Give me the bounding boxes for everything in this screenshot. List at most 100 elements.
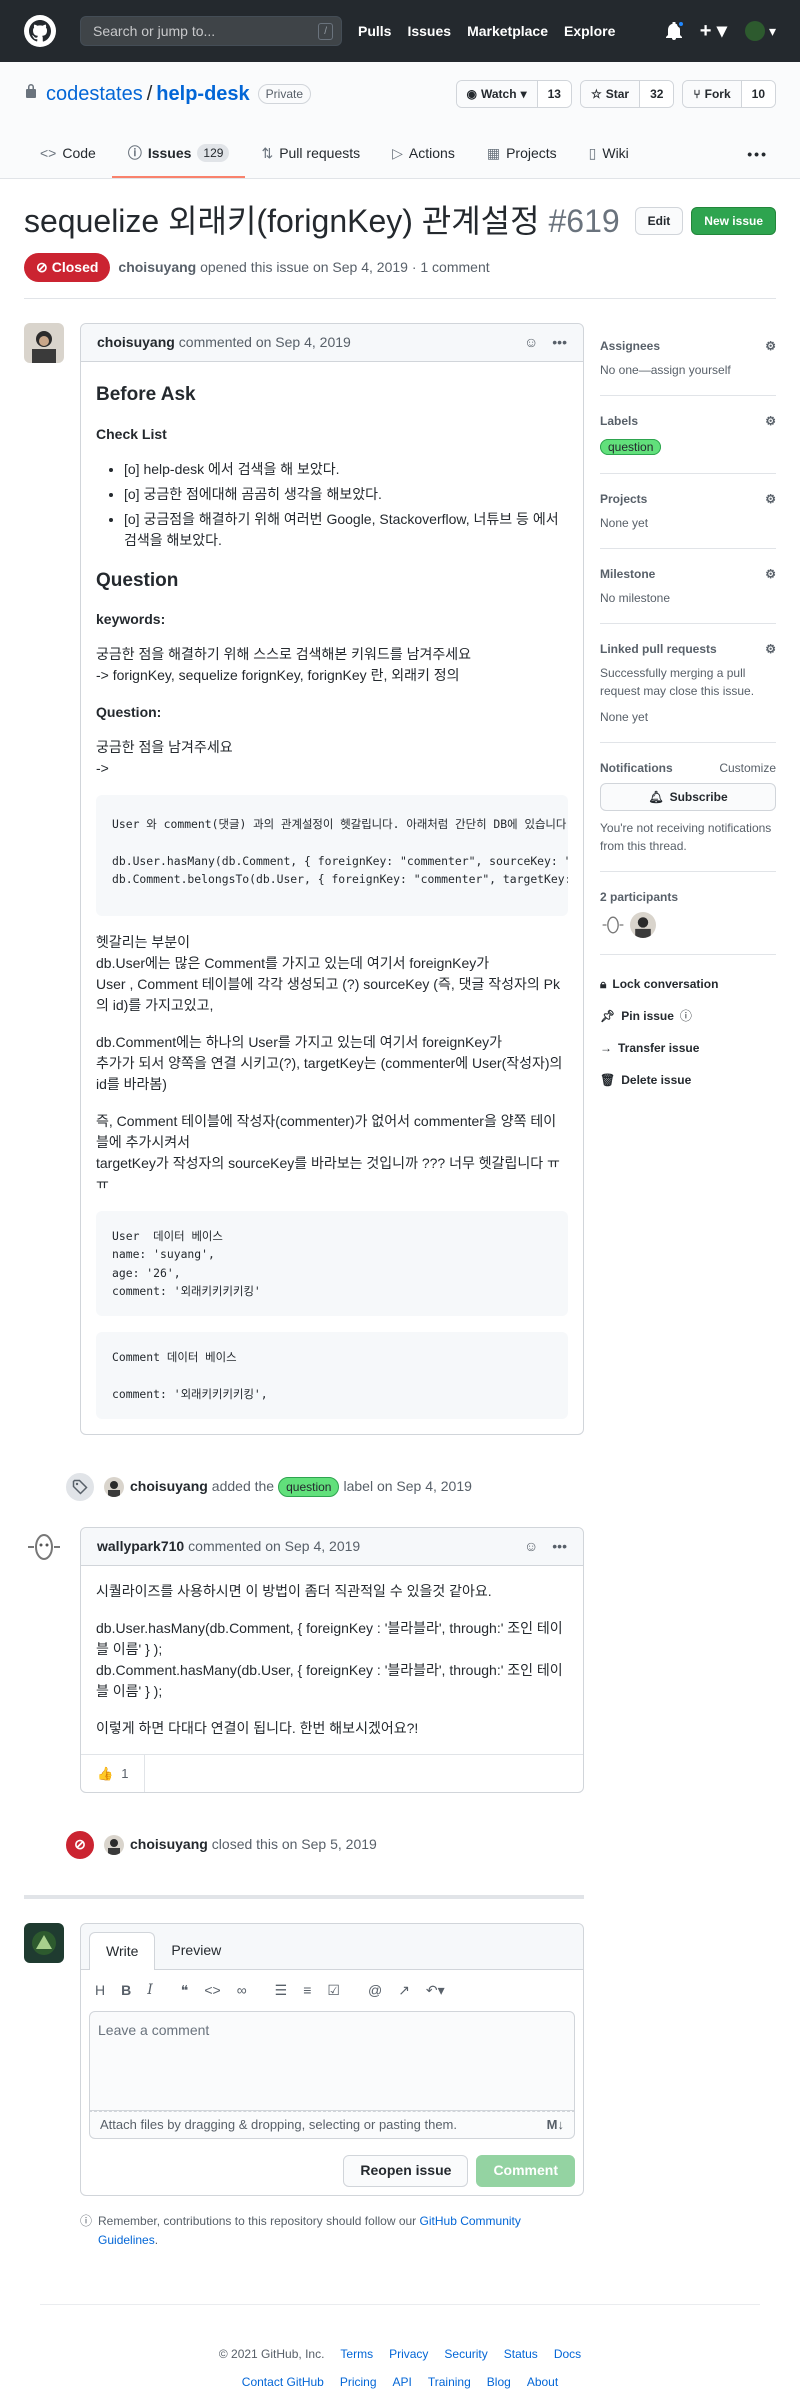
lock-conversation-link[interactable]: 🔒︎ Lock conversation: [600, 975, 776, 993]
sidebar-assignees: Assignees ⚙ No one—assign yourself: [600, 323, 776, 396]
tab-wiki[interactable]: ▯ Wiki: [573, 130, 645, 178]
nav-issues[interactable]: Issues: [407, 21, 451, 42]
label-question[interactable]: question: [278, 1476, 340, 1497]
tab-actions[interactable]: ▷ Actions: [376, 130, 471, 178]
subscribe-button[interactable]: 🔔︎ Subscribe: [600, 783, 776, 811]
event-actor[interactable]: choisuyang: [130, 1834, 208, 1855]
comment-button[interactable]: Comment: [476, 2154, 575, 2187]
gear-icon[interactable]: ⚙: [765, 640, 776, 658]
mention-icon[interactable]: @: [368, 1980, 382, 2001]
list-item: [o] 궁금점을 해결하기 위해 여러번 Google, Stackoverfl…: [124, 509, 568, 551]
notifications-bell-icon[interactable]: [665, 20, 685, 40]
footer-link[interactable]: Privacy: [389, 2345, 428, 2363]
comment-textarea[interactable]: Leave a comment: [89, 2010, 575, 2111]
avatar[interactable]: [24, 323, 64, 363]
gear-icon[interactable]: ⚙: [765, 337, 776, 355]
kebab-horizontal-icon[interactable]: •••: [552, 332, 567, 353]
assignees-value[interactable]: No one—assign yourself: [600, 361, 776, 379]
smiley-icon[interactable]: ☺: [524, 332, 538, 353]
attach-files-area[interactable]: Attach files by dragging & dropping, sel…: [89, 2110, 575, 2139]
new-issue-button[interactable]: New issue: [691, 207, 776, 235]
user-avatar-menu[interactable]: ▾: [744, 21, 776, 42]
search-input[interactable]: Search or jump to... /: [80, 16, 342, 46]
unordered-list-icon[interactable]: ☰: [275, 1980, 288, 2001]
comment-author[interactable]: wallypark710: [97, 1536, 184, 1557]
kebab-horizontal-icon[interactable]: •••: [552, 1536, 567, 1557]
code-block: User 데이터 베이스 name: 'suyang', age: '26', …: [96, 1211, 568, 1316]
reply-icon[interactable]: ↶▾: [426, 1980, 445, 2001]
code-icon[interactable]: <>: [204, 1980, 220, 2001]
nav-explore[interactable]: Explore: [564, 21, 615, 42]
quote-icon[interactable]: ❝: [181, 1980, 189, 2001]
repo-name-link[interactable]: help-desk: [156, 79, 249, 109]
markdown-toolbar: H B I ❝ <> ∞ ☰ ≡ ☑ @ ↗ ↶▾: [81, 1970, 583, 2011]
avatar[interactable]: [104, 1834, 124, 1855]
heading-icon[interactable]: H: [95, 1980, 105, 2001]
milestone-value: No milestone: [600, 591, 671, 605]
transfer-issue-link[interactable]: → Transfer issue: [600, 1039, 776, 1057]
link-icon[interactable]: ∞: [237, 1980, 247, 2001]
label-question[interactable]: question: [600, 439, 662, 455]
task-list-icon[interactable]: ☑: [327, 1980, 340, 2001]
tab-projects[interactable]: ▦ Projects: [471, 130, 573, 178]
reopen-issue-button[interactable]: Reopen issue: [343, 2154, 469, 2187]
footer-link[interactable]: About: [527, 2373, 558, 2391]
gear-icon[interactable]: ⚙: [765, 412, 776, 430]
avatar[interactable]: [24, 1922, 64, 1963]
search-shortcut-key: /: [318, 22, 333, 40]
tab-issues[interactable]: ⓘ Issues 129: [111, 130, 246, 178]
comment-date[interactable]: commented on Sep 4, 2019: [188, 1536, 360, 1557]
create-new-plus-icon[interactable]: + ▾: [700, 16, 727, 46]
smiley-icon[interactable]: ☺: [524, 1536, 538, 1557]
fork-button[interactable]: ⑂ Fork: [683, 81, 741, 107]
watch-button[interactable]: ◉ Watch ▾: [456, 81, 537, 107]
edit-button[interactable]: Edit: [634, 207, 684, 235]
tab-pull-requests[interactable]: ⇅ Pull requests: [245, 130, 376, 178]
watch-count[interactable]: 13: [536, 81, 571, 107]
footer-link[interactable]: Security: [444, 2345, 487, 2363]
gear-icon[interactable]: ⚙: [765, 490, 776, 508]
star-button[interactable]: ☆ Star: [580, 81, 640, 107]
footer-link[interactable]: Pricing: [340, 2373, 377, 2391]
customize-link[interactable]: Customize: [719, 759, 776, 777]
fork-count[interactable]: 10: [740, 81, 775, 107]
tab-preview[interactable]: Preview: [155, 1932, 237, 1969]
gear-icon[interactable]: ⚙: [765, 565, 776, 583]
more-options-icon[interactable]: •••: [739, 130, 776, 178]
tab-code[interactable]: <> Code: [24, 130, 112, 178]
github-logo-icon[interactable]: [24, 15, 56, 47]
ordered-list-icon[interactable]: ≡: [303, 1980, 311, 2001]
project-icon: ▦: [486, 144, 501, 161]
nav-marketplace[interactable]: Marketplace: [467, 21, 548, 42]
avatar[interactable]: [24, 1526, 64, 1567]
closed-event: ⊘ choisuyang closed this on Sep 5, 2019: [64, 1813, 584, 1877]
issue-author-link[interactable]: choisuyang: [118, 257, 196, 278]
star-count[interactable]: 32: [639, 81, 674, 107]
watch-button-group: ◉ Watch ▾ 13: [455, 80, 572, 108]
footer-link[interactable]: Status: [504, 2345, 538, 2363]
italic-icon[interactable]: I: [147, 1980, 153, 2001]
footer-link[interactable]: Docs: [554, 2345, 581, 2363]
event-actor[interactable]: choisuyang: [130, 1476, 208, 1497]
heading-question-sub: Question:: [96, 704, 162, 720]
reaction-thumbs-up[interactable]: 👍 1: [97, 1754, 146, 1792]
fork-button-group: ⑂ Fork 10: [682, 80, 776, 108]
nav-pulls[interactable]: Pulls: [358, 21, 391, 42]
bold-icon[interactable]: B: [121, 1980, 131, 2001]
footer-link[interactable]: Contact GitHub: [242, 2373, 324, 2391]
delete-issue-link[interactable]: 🗑︎ Delete issue: [600, 1071, 776, 1089]
avatar[interactable]: [630, 912, 656, 938]
footer-link[interactable]: Terms: [340, 2345, 373, 2363]
tab-write[interactable]: Write: [89, 1931, 156, 1970]
avatar[interactable]: [600, 912, 626, 938]
comment-author[interactable]: choisuyang: [97, 332, 175, 353]
pin-issue-link[interactable]: 📌︎ Pin issue ⓘ: [600, 1007, 776, 1025]
cross-reference-icon[interactable]: ↗: [398, 1980, 410, 2001]
avatar[interactable]: [104, 1476, 124, 1497]
comment-date[interactable]: commented on Sep 4, 2019: [179, 332, 351, 353]
footer-link[interactable]: Training: [428, 2373, 471, 2391]
heading-question: Question: [96, 569, 179, 591]
repo-owner-link[interactable]: codestates: [46, 79, 143, 109]
footer-link[interactable]: API: [393, 2373, 412, 2391]
footer-link[interactable]: Blog: [487, 2373, 511, 2391]
